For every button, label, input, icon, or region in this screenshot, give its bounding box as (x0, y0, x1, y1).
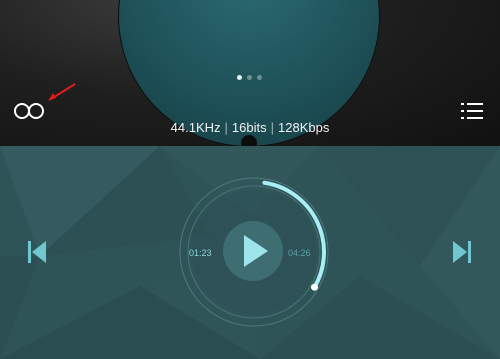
skip-next-icon[interactable] (452, 240, 472, 264)
vinyl-spindle (241, 135, 257, 146)
annotation-arrow (48, 83, 76, 101)
total-time: 04:26 (288, 248, 311, 258)
divider: | (224, 120, 228, 135)
progress-knob[interactable] (311, 283, 318, 291)
bit-depth: 16bits (231, 120, 267, 135)
bitrate: 128Kbps (278, 120, 330, 135)
divider: | (270, 120, 275, 135)
album-header: 44.1KHz | 16bits | 128Kbps (0, 0, 500, 146)
page-indicator (237, 75, 262, 80)
loop-icon[interactable] (12, 102, 48, 120)
page-dot-3[interactable] (257, 75, 262, 80)
audio-format-info: 44.1KHz | 16bits | 128Kbps (0, 120, 500, 135)
sample-rate: 44.1KHz (170, 120, 221, 135)
page-dot-2[interactable] (247, 75, 252, 80)
menu-icon[interactable] (461, 102, 483, 120)
skip-previous-icon[interactable] (27, 240, 47, 264)
page-dot-1[interactable] (237, 75, 242, 80)
current-time: 01:23 (189, 248, 212, 258)
